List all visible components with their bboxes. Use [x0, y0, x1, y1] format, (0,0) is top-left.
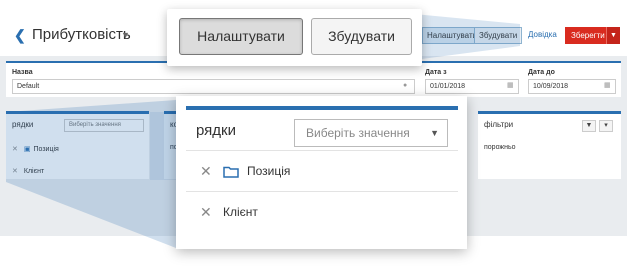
zoom-callout-buttons: Налаштувати Збудувати: [167, 9, 422, 66]
close-icon[interactable]: ✕: [200, 163, 212, 180]
rows-select[interactable]: Виберіть значення: [64, 119, 144, 132]
folder-icon: ▣: [23, 146, 31, 153]
help-link[interactable]: Довідка: [528, 30, 557, 39]
date-to-label: Дата до: [528, 69, 555, 76]
list-item: ✕ Клієнт: [186, 192, 458, 234]
date-from-label: Дата з: [425, 69, 447, 76]
filters-card: фільтри ▼ ▾ порожньо: [478, 111, 621, 179]
page-title: Прибутковість: [32, 26, 131, 43]
name-label: Назва: [12, 69, 33, 76]
rows-card: рядки Виберіть значення ✕ ▣ Позиція ✕ Клієн…: [6, 111, 149, 179]
filters-card-title: фільтри: [484, 120, 514, 129]
configure-button[interactable]: Налаштувати: [179, 18, 303, 55]
build-button[interactable]: Збудувати: [311, 18, 412, 55]
filters-empty-text: порожньо: [484, 144, 516, 151]
close-icon[interactable]: ✕: [200, 204, 212, 221]
rows-select-placeholder: Виберіть значення: [306, 126, 410, 140]
close-icon[interactable]: ✕: [12, 146, 18, 153]
zoom-callout-rows: рядки Виберіть значення ▼ ✕ Позиція ✕ Кл…: [176, 96, 467, 249]
filter-icon[interactable]: ▼: [582, 120, 596, 132]
folder-icon: [223, 166, 239, 178]
report-form: Назва Default ● Дата з 01/01/2018 ▦ Дата…: [6, 61, 621, 97]
list-item-label: Позиція: [247, 164, 291, 178]
name-value: Default: [17, 83, 40, 90]
name-input[interactable]: Default ●: [12, 79, 415, 94]
date-from-input[interactable]: 01/01/2018 ▦: [425, 79, 519, 94]
date-from-value: 01/01/2018: [430, 83, 466, 90]
rows-panel: рядки Виберіть значення ▼ ✕ Позиція ✕ Кл…: [186, 106, 458, 238]
save-options-caret-icon[interactable]: ▼: [606, 27, 620, 44]
date-to-input[interactable]: 10/09/2018 ▦: [528, 79, 616, 94]
close-icon[interactable]: ✕: [12, 168, 18, 175]
rows-card-title: рядки: [12, 120, 34, 129]
chevron-left-icon[interactable]: ❮: [14, 27, 26, 44]
save-button[interactable]: Зберегти: [565, 27, 606, 44]
chevron-down-icon[interactable]: ▾: [599, 120, 613, 132]
caret-down-icon: ▼: [430, 128, 439, 138]
calendar-icon[interactable]: ▦: [604, 82, 612, 90]
date-to-value: 10/09/2018: [533, 83, 569, 90]
rows-value-select[interactable]: Виберіть значення ▼: [294, 119, 448, 147]
rows-select-placeholder: Виберіть значення: [69, 122, 121, 128]
list-item: ✕ ▣ Позиція: [12, 145, 59, 153]
globe-icon[interactable]: ●: [403, 82, 411, 90]
list-item: ✕ Позиція: [186, 150, 458, 192]
caret-down-icon[interactable]: ▼: [121, 30, 130, 40]
list-item-label: Позиція: [33, 146, 59, 153]
rows-panel-title: рядки: [196, 122, 236, 139]
list-item: ✕ Клієнт: [12, 167, 44, 175]
list-item-label: Клієнт: [223, 205, 258, 219]
build-button-small[interactable]: Збудувати: [474, 27, 523, 44]
list-item-label: Клієнт: [23, 168, 45, 175]
calendar-icon[interactable]: ▦: [507, 82, 515, 90]
